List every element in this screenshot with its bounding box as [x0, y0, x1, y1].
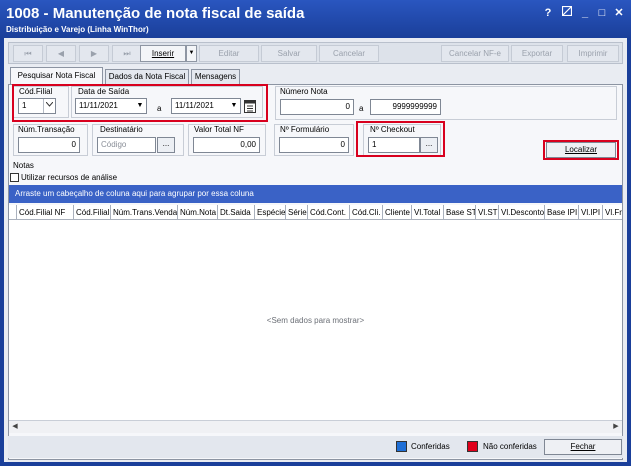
- client-area: ⏮ ◀ ▶ ⏭ Inserir ▼ Editar Salvar Cancelar…: [4, 38, 627, 462]
- grid-indicator-column: [9, 205, 17, 219]
- numero-nota-fim[interactable]: 9999999999: [370, 99, 441, 115]
- column-header[interactable]: Cód.Filial: [74, 205, 111, 219]
- num-transacao-label: Núm.Transação: [18, 125, 75, 134]
- inserir-button[interactable]: Inserir: [140, 45, 186, 62]
- scroll-left-icon[interactable]: ◀: [9, 421, 21, 433]
- grid-horizontal-scrollbar[interactable]: ◀ ▶: [9, 420, 622, 433]
- numero-nota-separator: a: [359, 104, 364, 113]
- destinatario-label: Destinatário: [100, 125, 143, 134]
- column-header[interactable]: Núm.Trans.Venda: [111, 205, 178, 219]
- prev-record-button[interactable]: ◀: [46, 45, 76, 62]
- column-header[interactable]: Núm.Nota: [178, 205, 218, 219]
- app-window: 1008 - Manutenção de nota fiscal de saíd…: [0, 0, 631, 466]
- column-header[interactable]: Cód.Cont.: [308, 205, 350, 219]
- grid-empty-message: <Sem dados para mostrar>: [266, 316, 365, 325]
- column-header[interactable]: Base IPI: [545, 205, 579, 219]
- imprimir-button[interactable]: Imprimir: [567, 45, 619, 62]
- last-record-button[interactable]: ⏭: [112, 45, 142, 62]
- scroll-right-icon[interactable]: ▶: [610, 421, 622, 433]
- help-icon[interactable]: ?: [541, 6, 555, 20]
- window-subtitle: Distribuição e Varejo (Linha WinThor): [6, 25, 149, 34]
- column-header[interactable]: Dt.Saida: [218, 205, 255, 219]
- grid-header: Cód.Filial NF Cód.Filial Núm.Trans.Venda…: [9, 205, 622, 220]
- editar-button[interactable]: Editar: [199, 45, 259, 62]
- fechar-label: Fechar: [570, 442, 596, 451]
- column-header[interactable]: Vl.IPI: [579, 205, 603, 219]
- analise-checkbox[interactable]: [10, 173, 19, 182]
- maximize-icon[interactable]: □: [595, 6, 609, 20]
- fechar-button[interactable]: Fechar: [544, 439, 622, 455]
- status-bar: Conferidas Não conferidas Fechar: [8, 436, 623, 458]
- formulario-field[interactable]: 0: [279, 137, 349, 153]
- tab-pesquisar-nota-fiscal[interactable]: Pesquisar Nota Fiscal: [10, 67, 103, 85]
- column-header[interactable]: Cód.Filial NF: [17, 205, 74, 219]
- first-record-button[interactable]: ⏮: [13, 45, 43, 62]
- column-header[interactable]: Espécie: [255, 205, 286, 219]
- tab-mensagens[interactable]: Mensagens: [191, 69, 240, 84]
- column-header[interactable]: Base ST: [444, 205, 476, 219]
- salvar-button[interactable]: Salvar: [261, 45, 317, 62]
- numero-nota-label: Número Nota: [280, 87, 328, 96]
- minimize-icon[interactable]: _: [578, 6, 592, 20]
- valor-total-field[interactable]: 0,00: [193, 137, 260, 153]
- localizar-highlight: [543, 140, 619, 160]
- tab-dados-nota-fiscal[interactable]: Dados da Nota Fiscal: [105, 69, 189, 84]
- numero-nota-inicio[interactable]: 0: [280, 99, 354, 115]
- nao-conferidas-color-swatch: [467, 441, 478, 452]
- destinatario-search-button[interactable]: ...: [157, 137, 175, 153]
- exportar-button[interactable]: Exportar: [511, 45, 563, 62]
- notas-label: Notas: [13, 161, 34, 170]
- inserir-label: Inserir: [151, 49, 175, 58]
- column-header[interactable]: Série: [286, 205, 308, 219]
- title-bar: 1008 - Manutenção de nota fiscal de saíd…: [0, 0, 631, 38]
- column-header[interactable]: Vl.Desconto: [499, 205, 545, 219]
- column-header[interactable]: Cliente: [383, 205, 412, 219]
- restore-icon[interactable]: [560, 5, 574, 20]
- analise-label: Utilizar recursos de análise: [21, 173, 118, 182]
- column-header[interactable]: Vl.Fre: [603, 205, 622, 219]
- conferidas-color-swatch: [396, 441, 407, 452]
- column-header[interactable]: Vl.Total: [412, 205, 444, 219]
- next-record-button[interactable]: ▶: [79, 45, 109, 62]
- inserir-dropdown-button[interactable]: ▼: [186, 45, 197, 62]
- conferidas-label: Conferidas: [411, 442, 450, 451]
- toolbar: ⏮ ◀ ▶ ⏭ Inserir ▼ Editar Salvar Cancelar…: [8, 42, 623, 64]
- checkout-highlight: [356, 121, 445, 157]
- filial-data-highlight: [12, 84, 268, 122]
- grid-body[interactable]: <Sem dados para mostrar>: [9, 220, 622, 420]
- num-transacao-field[interactable]: 0: [18, 137, 80, 153]
- column-header[interactable]: Cód.Cli.: [350, 205, 383, 219]
- window-title: 1008 - Manutenção de nota fiscal de saíd…: [6, 5, 305, 22]
- cancelar-button[interactable]: Cancelar: [319, 45, 379, 62]
- cancelar-nfe-button[interactable]: Cancelar NF-e: [441, 45, 509, 62]
- column-header[interactable]: Vl.ST: [476, 205, 499, 219]
- formulario-label: Nº Formulário: [280, 125, 330, 134]
- nao-conferidas-label: Não conferidas: [483, 442, 537, 451]
- destinatario-field[interactable]: Código: [97, 137, 156, 153]
- grid-group-panel[interactable]: Arraste um cabeçalho de coluna aqui para…: [9, 185, 622, 203]
- valor-total-label: Valor Total NF: [194, 125, 244, 134]
- close-icon[interactable]: ✕: [612, 6, 626, 20]
